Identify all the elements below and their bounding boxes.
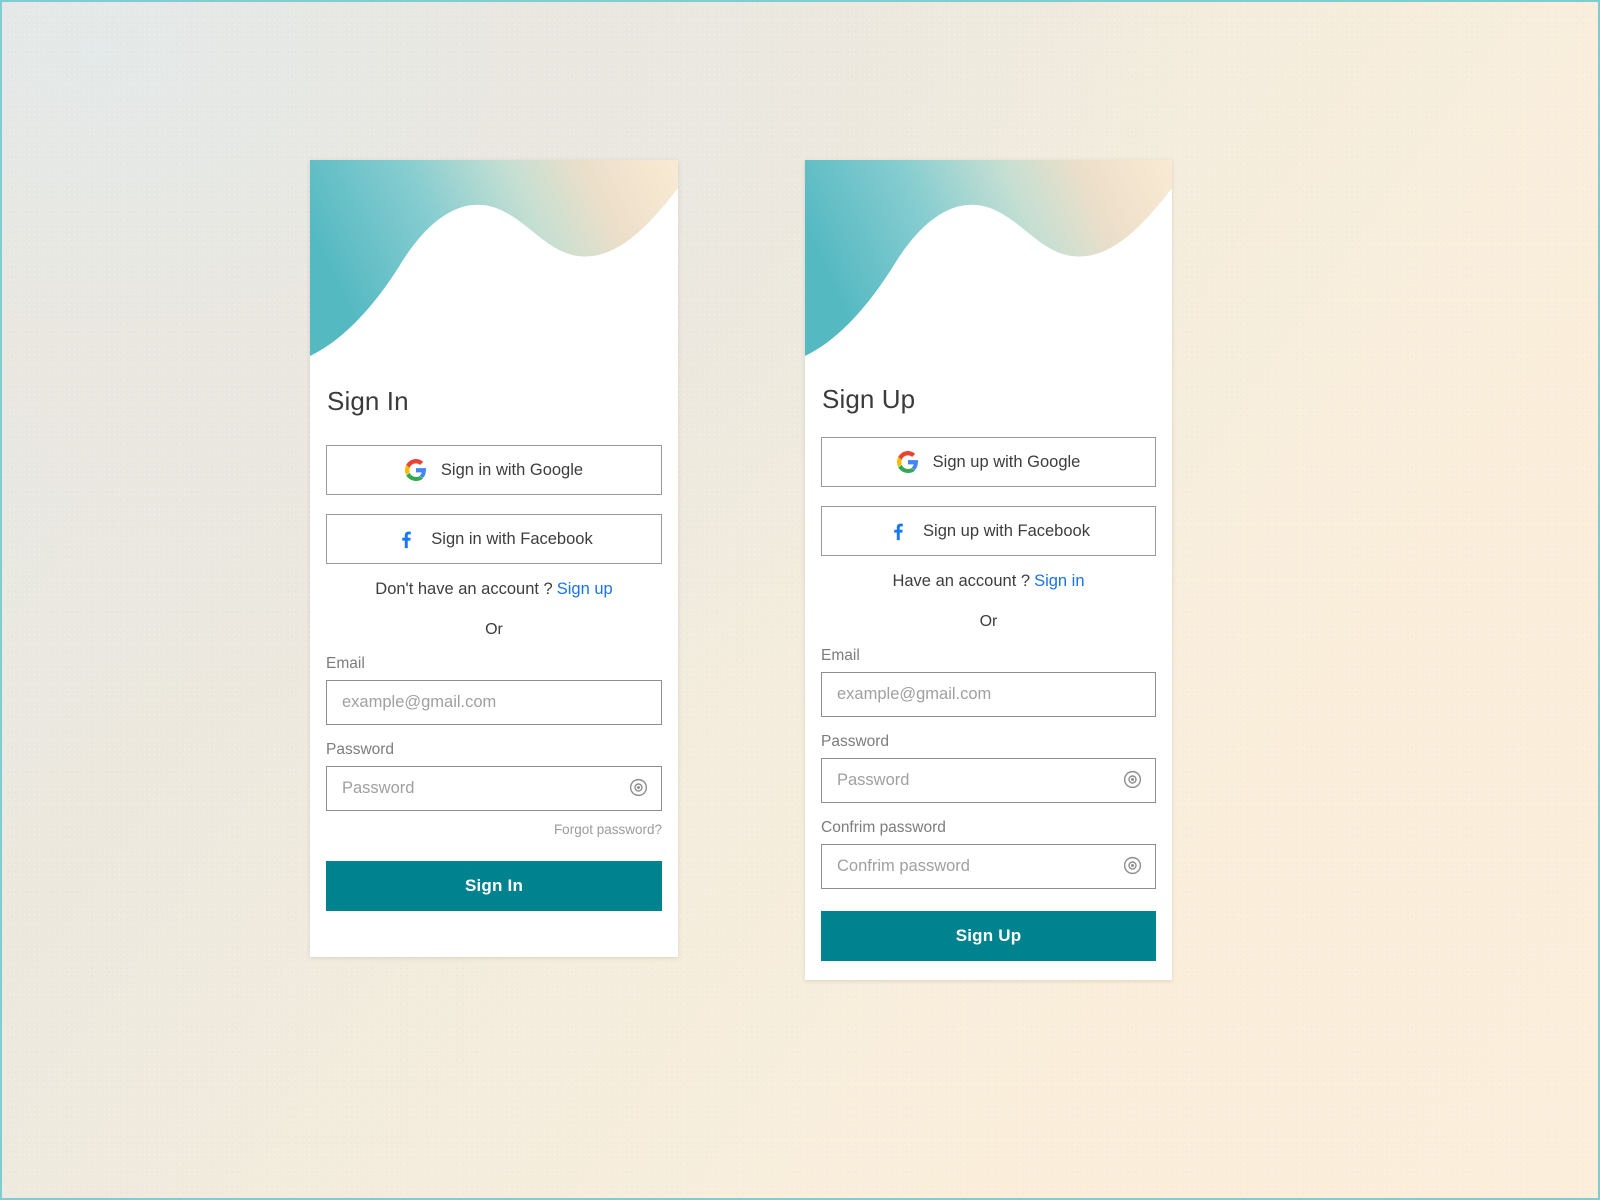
wave-graphic — [310, 160, 678, 356]
sign-in-password-field: Password — [326, 741, 662, 811]
sign-in-prompt-text: Have an account ? — [892, 572, 1031, 590]
sign-up-link[interactable]: Sign up — [557, 580, 613, 598]
google-logo-icon — [896, 451, 919, 473]
wave-graphic — [805, 160, 1172, 356]
sign-in-email-input-wrap[interactable] — [326, 680, 662, 725]
sign-up-confirm-password-input-wrap[interactable] — [821, 844, 1156, 889]
sign-in-password-input-wrap[interactable] — [326, 766, 662, 811]
eye-toggle-icon — [628, 777, 649, 801]
sign-up-confirm-password-label: Confrim password — [821, 819, 946, 836]
sign-up-google-label: Sign up with Google — [932, 452, 1081, 471]
sign-in-password-input[interactable] — [327, 767, 661, 810]
sign-in-facebook-label: Sign in with Facebook — [431, 529, 593, 548]
sign-up-prompt: Don't have an account ? Sign up — [326, 580, 662, 599]
page-title: Sign Up — [822, 384, 916, 414]
sign-in-card: Sign In Sign in with Google Sign in with… — [310, 160, 678, 957]
sign-up-password-input[interactable] — [822, 759, 1155, 802]
sign-up-email-label: Email — [821, 647, 860, 664]
sign-in-google-button[interactable]: Sign in with Google — [326, 445, 662, 495]
sign-in-prompt: Have an account ? Sign in — [821, 572, 1156, 591]
eye-toggle-icon — [1122, 769, 1143, 793]
sign-in-wave-header — [310, 160, 678, 360]
sign-in-password-visibility-toggle[interactable] — [627, 778, 649, 800]
sign-up-confirm-password-field: Confrim password — [821, 819, 1156, 889]
sign-in-password-label: Password — [326, 741, 395, 758]
sign-up-facebook-label: Sign up with Facebook — [923, 521, 1090, 540]
sign-up-email-input[interactable] — [822, 673, 1155, 716]
forgot-password-link[interactable]: Forgot password? — [554, 822, 662, 837]
forgot-password-row: Forgot password? — [326, 821, 662, 839]
sign-up-password-input-wrap[interactable] — [821, 758, 1156, 803]
facebook-logo-icon — [887, 520, 909, 542]
sign-up-submit-button[interactable]: Sign Up — [821, 911, 1156, 961]
sign-up-email-input-wrap[interactable] — [821, 672, 1156, 717]
sign-in-google-label: Sign in with Google — [440, 460, 584, 479]
sign-in-email-input[interactable] — [327, 681, 661, 724]
sign-up-facebook-button[interactable]: Sign up with Facebook — [821, 506, 1156, 556]
eye-toggle-icon — [1122, 855, 1143, 879]
sign-in-email-label: Email — [326, 655, 365, 672]
or-divider-signup: Or — [979, 613, 998, 630]
page-title: Sign In — [327, 386, 409, 416]
sign-up-email-field: Email — [821, 647, 1156, 717]
sign-up-confirm-password-input[interactable] — [822, 845, 1155, 888]
sign-up-card: Sign Up Sign up with Google Sign up with… — [805, 160, 1172, 980]
sign-in-link[interactable]: Sign in — [1034, 572, 1084, 590]
sign-up-prompt-text: Don't have an account ? — [375, 580, 553, 598]
sign-up-wave-header — [805, 160, 1172, 360]
sign-up-password-visibility-toggle[interactable] — [1121, 770, 1143, 792]
sign-up-password-field: Password — [821, 733, 1156, 803]
page-canvas: Sign In Sign in with Google Sign in with… — [0, 0, 1600, 1200]
or-divider-signin: Or — [485, 621, 503, 638]
facebook-logo-icon — [395, 528, 417, 550]
sign-in-submit-button[interactable]: Sign In — [326, 861, 662, 911]
sign-up-confirm-password-visibility-toggle[interactable] — [1121, 856, 1143, 878]
sign-up-password-label: Password — [821, 733, 890, 750]
google-logo-icon — [404, 459, 427, 481]
sign-in-facebook-button[interactable]: Sign in with Facebook — [326, 514, 662, 564]
sign-in-email-field: Email — [326, 655, 662, 725]
sign-up-google-button[interactable]: Sign up with Google — [821, 437, 1156, 487]
